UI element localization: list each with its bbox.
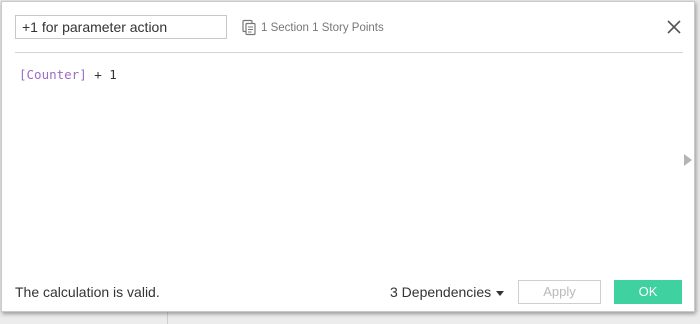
stacked-sheets-icon	[242, 19, 256, 36]
background-divider	[167, 312, 168, 324]
formula-expression: + 1	[86, 67, 117, 82]
dependencies-dropdown-label: 3 Dependencies	[390, 284, 492, 300]
ok-button[interactable]: OK	[614, 280, 682, 304]
dependencies-dropdown[interactable]: 3 Dependencies	[390, 284, 505, 300]
caret-down-icon	[496, 290, 505, 296]
sheet-dependencies-indicator[interactable]: 1 Section 1 Story Points	[240, 18, 384, 38]
header-divider	[15, 52, 683, 53]
background-strip	[0, 312, 700, 324]
calculation-name-input[interactable]	[15, 15, 227, 39]
formula-editor[interactable]: [Counter] + 1	[19, 67, 669, 257]
calculation-editor-dialog: 1 Section 1 Story Points [Counter] + 1 T…	[1, 1, 695, 312]
dependencies-summary-label: 1 Section 1 Story Points	[261, 22, 384, 34]
triangle-right-icon[interactable]	[684, 154, 692, 166]
apply-button[interactable]: Apply	[518, 280, 601, 304]
close-icon[interactable]	[665, 18, 683, 36]
validation-status: The calculation is valid.	[15, 284, 160, 300]
formula-field-reference: [Counter]	[19, 67, 87, 82]
